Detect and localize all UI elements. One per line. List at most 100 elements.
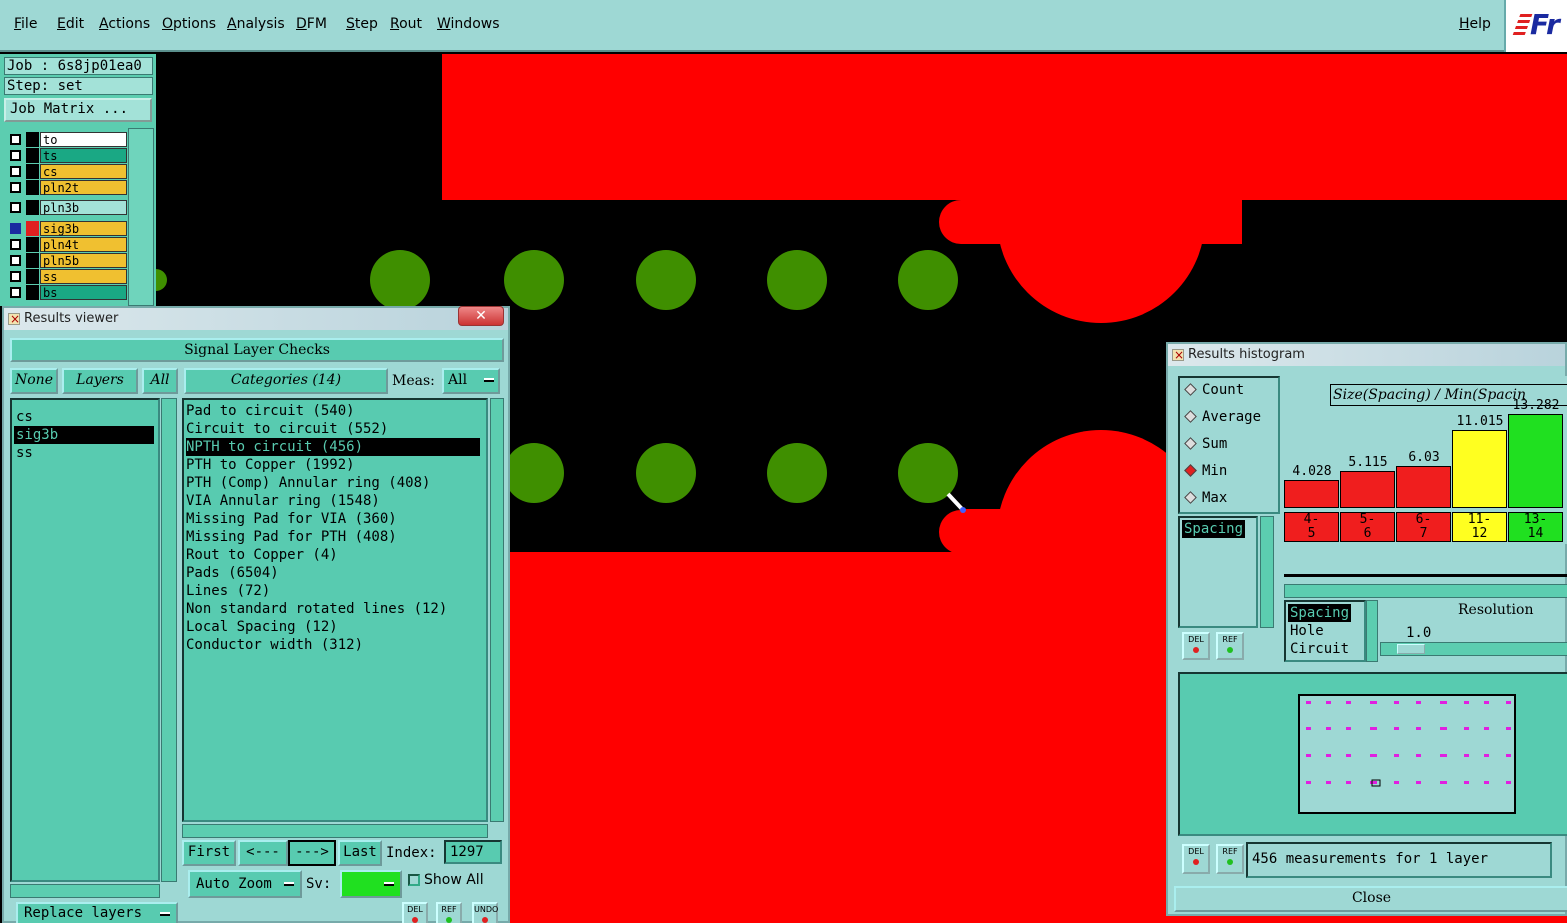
layer-color-swatch[interactable] [26, 221, 39, 236]
layer-row-ts[interactable]: ts [4, 148, 127, 163]
menu-rout[interactable]: Rout [390, 16, 422, 32]
hist-ref-button-2[interactable]: REF [1216, 844, 1244, 874]
layer-list-scrollbar[interactable] [128, 128, 154, 306]
layer-color-swatch[interactable] [26, 285, 39, 300]
mode-radio-max[interactable]: Max [1184, 490, 1227, 506]
res-item-hole[interactable]: Hole [1290, 622, 1324, 640]
histogram-bar[interactable] [1508, 414, 1563, 508]
resolution-type-list[interactable]: Spacing Hole Circuit [1284, 600, 1366, 662]
sv-color-dropdown[interactable] [340, 870, 402, 898]
layer-row-bs[interactable]: bs [4, 285, 127, 300]
mode-radio-average[interactable]: Average [1184, 409, 1261, 425]
category-list-item[interactable]: Missing Pad for PTH (408) [186, 528, 480, 546]
bin-label[interactable]: 6- 7 [1396, 512, 1451, 542]
layer-checkbox[interactable] [10, 202, 21, 213]
category-list-item[interactable]: PTH (Comp) Annular ring (408) [186, 474, 480, 492]
layer-color-swatch[interactable] [26, 132, 39, 147]
measure-item-spacing[interactable]: Spacing [1182, 520, 1246, 538]
layer-color-swatch[interactable] [26, 164, 39, 179]
replace-layers-dropdown[interactable]: Replace layers [16, 902, 178, 923]
menu-dfm[interactable]: DFM [296, 16, 327, 32]
bin-label[interactable]: 5- 6 [1340, 512, 1395, 542]
measure-vscroll[interactable] [1260, 516, 1274, 628]
undo-button[interactable]: UNDO [472, 902, 498, 923]
results-histogram-titlebar[interactable]: Results histogram [1168, 344, 1565, 366]
category-list-item[interactable]: Pads (6504) [186, 564, 480, 582]
category-list-item[interactable]: Lines (72) [186, 582, 480, 600]
category-list-item[interactable]: NPTH to circuit (456) [186, 438, 480, 456]
mode-radio-sum[interactable]: Sum [1184, 436, 1227, 452]
layer-checkbox[interactable] [10, 255, 21, 266]
menu-actions[interactable]: Actions [99, 16, 150, 32]
res-item-circuit[interactable]: Circuit [1290, 640, 1349, 658]
layer-name[interactable]: pln2t [40, 180, 127, 195]
menu-help[interactable]: Help [1459, 16, 1491, 32]
layer-color-swatch[interactable] [26, 269, 39, 284]
ref-button[interactable]: REF [436, 902, 462, 923]
layer-checkbox[interactable] [10, 223, 21, 234]
mode-radio-count[interactable]: Count [1184, 382, 1244, 398]
layer-row-pln3b[interactable]: pln3b [4, 200, 127, 215]
measurement-marker[interactable] [946, 492, 964, 511]
category-list-item[interactable]: VIA Annular ring (1548) [186, 492, 480, 510]
none-button[interactable]: None [10, 368, 58, 394]
bin-label[interactable]: 11- 12 [1452, 512, 1507, 542]
menu-edit[interactable]: Edit [57, 16, 84, 32]
histogram-hscroll[interactable] [1284, 584, 1567, 598]
layer-row-pln4t[interactable]: pln4t [4, 237, 127, 252]
close-icon[interactable]: ✕ [458, 306, 504, 326]
layer-row-cs[interactable]: cs [4, 164, 127, 179]
layer-list-item[interactable]: cs [14, 408, 154, 426]
layer-name[interactable]: ts [40, 148, 127, 163]
category-list-item[interactable]: Pad to circuit (540) [186, 402, 480, 420]
layers-listbox[interactable]: cs sig3b ss [10, 398, 160, 882]
measure-listbox[interactable]: Spacing [1178, 516, 1258, 628]
del-button[interactable]: DEL [402, 902, 428, 923]
category-list-item[interactable]: Missing Pad for VIA (360) [186, 510, 480, 528]
layer-checkbox[interactable] [10, 150, 21, 161]
layer-checkbox[interactable] [10, 239, 21, 250]
index-input[interactable]: 1297 [444, 840, 502, 864]
bin-label[interactable]: 4- 5 [1284, 512, 1339, 542]
layer-name[interactable]: pln4t [40, 237, 127, 252]
res-item-spacing[interactable]: Spacing [1288, 604, 1352, 622]
menu-step[interactable]: Step [346, 16, 378, 32]
category-list-item[interactable]: Rout to Copper (4) [186, 546, 480, 564]
histogram-close-button[interactable]: Close [1174, 886, 1567, 912]
resolution-slider[interactable] [1380, 642, 1567, 656]
categories-listbox[interactable]: Pad to circuit (540) Circuit to circuit (… [182, 398, 488, 822]
layer-row-sig3b[interactable]: sig3b [4, 221, 127, 236]
layer-row-to[interactable]: to [4, 132, 127, 147]
categories-vscroll[interactable] [490, 398, 504, 822]
layer-color-swatch[interactable] [26, 253, 39, 268]
hist-ref-button[interactable]: REF [1216, 632, 1244, 660]
category-list-item[interactable]: Conductor width (312) [186, 636, 480, 654]
slider-thumb[interactable] [1397, 644, 1425, 654]
next-button[interactable]: ---> [288, 840, 336, 866]
category-list-item[interactable]: Non standard rotated lines (12) [186, 600, 480, 618]
layer-name[interactable]: pln5b [40, 253, 127, 268]
all-layers-button[interactable]: All [142, 368, 178, 394]
layers-button[interactable]: Layers [62, 368, 138, 394]
menu-options[interactable]: Options [162, 16, 216, 32]
categories-button[interactable]: Categories (14) [184, 368, 388, 394]
layer-color-swatch[interactable] [26, 237, 39, 252]
bin-label[interactable]: 13- 14 [1508, 512, 1563, 542]
layer-color-swatch[interactable] [26, 200, 39, 215]
layer-checkbox[interactable] [10, 287, 21, 298]
layer-checkbox[interactable] [10, 271, 21, 282]
category-list-item[interactable]: Local Spacing (12) [186, 618, 480, 636]
category-list-item[interactable]: Circuit to circuit (552) [186, 420, 480, 438]
layer-checkbox[interactable] [10, 182, 21, 193]
meas-dropdown[interactable]: All [442, 368, 500, 394]
layer-color-swatch[interactable] [26, 180, 39, 195]
previous-button[interactable]: <--- [238, 840, 288, 866]
hist-del-button[interactable]: DEL [1182, 632, 1210, 660]
mode-radio-min[interactable]: Min [1184, 463, 1227, 479]
histogram-bar[interactable] [1452, 430, 1507, 508]
menu-analysis[interactable]: Analysis [227, 16, 285, 32]
histogram-bar[interactable] [1340, 471, 1395, 508]
layer-name[interactable]: pln3b [40, 200, 127, 215]
auto-zoom-dropdown[interactable]: Auto Zoom [188, 870, 302, 898]
job-matrix-button[interactable]: Job Matrix ... [4, 98, 152, 122]
